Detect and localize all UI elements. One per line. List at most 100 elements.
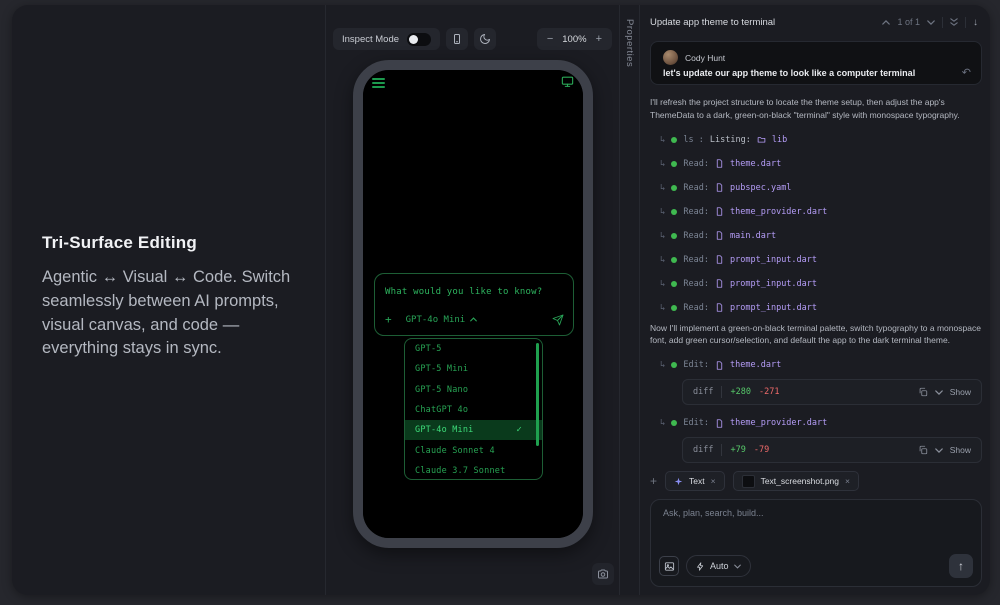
collapse-all-button[interactable]: [950, 18, 958, 26]
undo-icon[interactable]: ↶: [962, 66, 971, 79]
monitor-icon[interactable]: [561, 75, 574, 88]
tool-file: prompt_input.dart: [730, 279, 817, 289]
model-selector[interactable]: GPT-4o Mini: [406, 315, 478, 325]
edit-row[interactable]: ↳ Edit: theme_provider.dart: [660, 411, 982, 435]
close-icon[interactable]: ×: [845, 476, 850, 486]
model-option[interactable]: ChatGPT 4o: [405, 400, 542, 420]
attachment-row: + Text × Text_screenshot.png ×: [650, 471, 982, 491]
diff-added: +280: [730, 387, 750, 397]
diff-added: +79: [730, 445, 745, 455]
file-icon: [715, 231, 724, 240]
prompt-actions-row: + GPT-4o Mini: [385, 313, 564, 326]
device-preview-button[interactable]: [446, 28, 468, 50]
tool-call-row[interactable]: ↳ Read: theme_provider.dart: [660, 200, 982, 224]
status-dot: [671, 257, 677, 263]
zoom-in-button[interactable]: +: [596, 33, 602, 45]
file-icon: [715, 255, 724, 264]
divider: [965, 17, 966, 28]
model-option[interactable]: GPT-5 Nano: [405, 380, 542, 400]
tool-call-row[interactable]: ↳ Read: prompt_input.dart: [660, 296, 982, 320]
assistant-intro-text: I'll refresh the project structure to lo…: [650, 96, 982, 122]
zoom-control: − 100% +: [537, 28, 612, 50]
chevron-down-icon[interactable]: [935, 448, 943, 453]
tool-file: theme.dart: [730, 159, 781, 169]
hamburger-menu-icon[interactable]: [372, 78, 385, 88]
feature-title: Tri-Surface Editing: [42, 233, 294, 253]
tool-call-row[interactable]: ↳ Read: main.dart: [660, 224, 982, 248]
chat-title: Update app theme to terminal: [650, 17, 775, 28]
send-button[interactable]: ↑: [949, 554, 973, 578]
tool-call-row[interactable]: ↳ ls : Listing: lib: [660, 128, 982, 152]
tool-file: theme_provider.dart: [730, 418, 827, 428]
add-attachment-button[interactable]: +: [385, 313, 392, 326]
tool-call-row[interactable]: ↳ Read: pubspec.yaml: [660, 176, 982, 200]
model-option[interactable]: GPT-5: [405, 339, 542, 359]
chevron-down-icon[interactable]: [935, 390, 943, 395]
canvas-toolbar: Inspect Mode − 100% +: [333, 28, 612, 50]
zoom-out-button[interactable]: −: [547, 33, 553, 45]
chat-header: Update app theme to terminal 1 of 1 ↓: [640, 5, 990, 39]
divider: [721, 444, 722, 456]
tool-action: ls :: [683, 135, 703, 145]
camera-icon: [597, 568, 609, 580]
folder-icon: [757, 135, 766, 144]
mode-label: Auto: [710, 561, 729, 571]
file-icon: [715, 159, 724, 168]
screenshot-button[interactable]: [592, 563, 614, 585]
show-diff-button[interactable]: Show: [950, 445, 971, 455]
model-option-selected[interactable]: GPT-4o Mini ✓: [405, 420, 542, 440]
tool-call-row[interactable]: ↳ Read: prompt_input.dart: [660, 248, 982, 272]
tool-action: Read:: [683, 279, 709, 289]
file-icon: [715, 183, 724, 192]
inspect-mode-control[interactable]: Inspect Mode: [333, 28, 440, 50]
chat-scroll-area[interactable]: Cody Hunt let's update our app theme to …: [640, 41, 990, 463]
status-dot: [671, 420, 677, 426]
tool-action: Read:: [683, 303, 709, 313]
show-diff-button[interactable]: Show: [950, 387, 971, 397]
model-option[interactable]: Claude Sonnet 4: [405, 440, 542, 460]
tool-action: Edit:: [683, 418, 709, 428]
diff-removed: -271: [759, 387, 779, 397]
edit-list: ↳ Edit: theme.dart diff +280 -271: [650, 353, 982, 463]
tool-call-row[interactable]: ↳ Read: theme.dart: [660, 152, 982, 176]
composer-input[interactable]: [663, 508, 969, 548]
branch-arrow-icon: ↳: [660, 418, 665, 428]
model-option[interactable]: Claude 3.7 Sonnet: [405, 461, 542, 480]
close-icon[interactable]: ×: [711, 476, 716, 486]
tool-call-row[interactable]: ↳ Read: prompt_input.dart: [660, 272, 982, 296]
status-dot: [671, 281, 677, 287]
feature-panel: Tri-Surface Editing Agentic ↔ Visual ↔ C…: [12, 5, 325, 595]
tool-file: lib: [772, 135, 787, 145]
scroll-to-bottom-button[interactable]: ↓: [973, 17, 978, 28]
phone-mockup: What would you like to know? + GPT-4o Mi…: [353, 60, 593, 548]
tool-file: main.dart: [730, 231, 776, 241]
model-option[interactable]: GPT-5 Mini: [405, 359, 542, 379]
dropdown-scrollbar[interactable]: [536, 343, 539, 446]
tool-action: Read:: [683, 159, 709, 169]
attachment-chip-image[interactable]: Text_screenshot.png ×: [733, 471, 859, 491]
dark-mode-button[interactable]: [474, 28, 496, 50]
user-row: Cody Hunt: [663, 50, 725, 65]
prev-chat-button[interactable]: [882, 20, 890, 25]
mode-selector[interactable]: Auto: [686, 555, 751, 577]
copy-icon[interactable]: [918, 387, 928, 397]
attachment-chip-text[interactable]: Text ×: [665, 471, 725, 491]
attach-image-button[interactable]: [659, 556, 679, 576]
add-attachment-button[interactable]: +: [650, 474, 657, 488]
edit-row[interactable]: ↳ Edit: theme.dart: [660, 353, 982, 377]
branch-arrow-icon: ↳: [660, 183, 665, 193]
zoom-level: 100%: [562, 34, 586, 45]
user-message-text: let's update our app theme to look like …: [663, 68, 915, 78]
prompt-input-card[interactable]: What would you like to know? + GPT-4o Mi…: [374, 273, 574, 336]
branch-arrow-icon: ↳: [660, 279, 665, 289]
send-plane-icon[interactable]: [552, 314, 564, 326]
copy-icon[interactable]: [918, 445, 928, 455]
inspect-mode-toggle[interactable]: [407, 33, 431, 46]
check-icon: ✓: [516, 425, 522, 435]
next-chat-button[interactable]: [927, 20, 935, 25]
tool-file: prompt_input.dart: [730, 303, 817, 313]
status-dot: [671, 233, 677, 239]
inspect-mode-label: Inspect Mode: [342, 34, 399, 45]
tab-properties[interactable]: Properties: [624, 19, 635, 67]
file-icon: [715, 419, 724, 428]
